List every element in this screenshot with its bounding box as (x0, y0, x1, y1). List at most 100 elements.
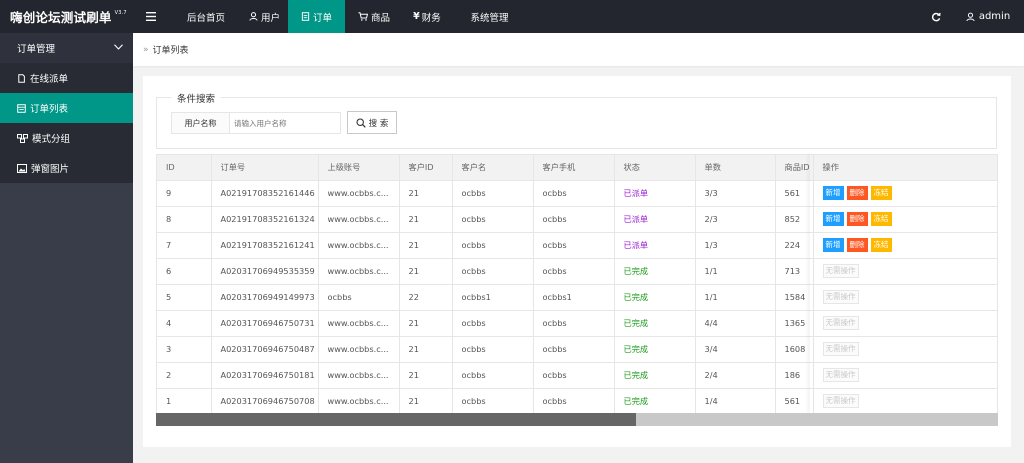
list-icon (17, 103, 26, 113)
refresh-icon (931, 12, 941, 21)
top-nav: 后台首页 用户 订单 商品 ¥ 财务 系统管理 (133, 0, 528, 33)
cell-parent-account: www.ocbbs.c... (318, 388, 400, 415)
cell-id: 6 (157, 258, 212, 285)
chevron-down-icon (114, 44, 123, 50)
cell-customer-id: 21 (399, 388, 453, 415)
delete-button[interactable]: 删除 (846, 238, 868, 252)
cell-id: 4 (157, 310, 212, 337)
table-row[interactable]: 6 A02031706949535359 www.ocbbs.c... 21 ocbbs… (157, 258, 997, 285)
add-button[interactable]: 新增 (822, 212, 844, 226)
refresh-button[interactable] (920, 0, 952, 33)
admin-menu[interactable]: admin (952, 0, 1024, 33)
nav-system-label: 系统管理 (470, 12, 509, 24)
orders-table-container: ID 订单号 上级账号 客户ID 客户名 客户手机 状态 单数 商品ID 操作 9 A0219170… (156, 154, 998, 426)
table-row[interactable]: 2 A02031706946750181 www.ocbbs.c... 21 ocbbs… (157, 362, 997, 389)
delete-button[interactable]: 删除 (846, 186, 868, 200)
table-row[interactable]: 1 A02031706946750708 www.ocbbs.c... 21 ocbbs… (157, 388, 997, 415)
nav-finance-label: 财务 (421, 12, 441, 24)
delete-button[interactable]: 删除 (846, 212, 868, 226)
cell-actions: 无需操作 (813, 310, 997, 337)
column-header: 操作 (813, 155, 997, 181)
column-header: 订单号 (211, 155, 319, 181)
cell-customer-phone: ocbbs (533, 232, 615, 259)
no-action-button: 无需操作 (822, 394, 859, 408)
table-row[interactable]: 4 A02031706946750731 www.ocbbs.c... 21 ocbbs… (157, 310, 997, 337)
sidebar-item-popup-image[interactable]: 弹窗图片 (0, 153, 133, 183)
cell-customer-name: ocbbs (452, 258, 534, 285)
sidebar-item-order-list[interactable]: 订单列表 (0, 93, 133, 123)
no-action-button: 无需操作 (822, 290, 859, 304)
cell-parent-account: www.ocbbs.c... (318, 206, 400, 233)
cell-parent-account: www.ocbbs.c... (318, 180, 400, 207)
cell-count: 3/4 (695, 336, 776, 363)
username-label: 用户名称 (171, 112, 229, 134)
cell-actions: 无需操作 (813, 362, 997, 389)
nav-home[interactable]: 后台首页 (171, 0, 241, 33)
cell-customer-name: ocbbs (452, 232, 534, 259)
cell-count: 2/3 (695, 206, 776, 233)
cell-customer-phone: ocbbs (533, 336, 615, 363)
table-row[interactable]: 8 A02191708352161324 www.ocbbs.c... 21 ocbbs… (157, 206, 997, 233)
cell-product-id: 186 (775, 362, 814, 389)
cell-customer-id: 21 (399, 362, 453, 389)
sidebar: 订单管理 在线派单 订单列表 模式分组 弹窗图片 (0, 33, 133, 463)
cell-product-id: 852 (775, 206, 814, 233)
cell-actions: 无需操作 (813, 258, 997, 285)
freeze-button[interactable]: 冻结 (870, 238, 892, 252)
breadcrumb-current[interactable]: 订单列表 (153, 43, 189, 56)
sidebar-submenu: 在线派单 订单列表 模式分组 弹窗图片 (0, 63, 133, 183)
status-badge: 已完成 (614, 310, 696, 337)
nav-finance[interactable]: ¥ 财务 (403, 0, 451, 33)
cell-count: 1/1 (695, 258, 776, 285)
nav-order[interactable]: 订单 (288, 0, 345, 33)
search-button[interactable]: 搜 索 (347, 111, 397, 134)
cell-id: 1 (157, 388, 212, 415)
nav-user[interactable]: 用户 (241, 0, 288, 33)
table-row[interactable]: 5 A02031706949149973 ocbbs 22 ocbbs1 ocbbs1 已完… (157, 284, 997, 311)
app-version: V3.7 (114, 9, 127, 16)
cell-customer-name: ocbbs (452, 388, 534, 415)
freeze-button[interactable]: 冻结 (870, 186, 892, 200)
cell-order-no: A02031706946750708 (211, 388, 319, 415)
status-badge: 已派单 (614, 206, 696, 233)
no-action-button: 无需操作 (822, 342, 859, 356)
sidebar-item-label: 订单列表 (30, 104, 69, 115)
column-header: 状态 (614, 155, 696, 181)
cell-count: 3/3 (695, 180, 776, 207)
add-button[interactable]: 新增 (822, 238, 844, 252)
cell-parent-account: www.ocbbs.c... (318, 232, 400, 259)
sidebar-item-online-dispatch[interactable]: 在线派单 (0, 63, 133, 93)
scrollbar-thumb[interactable] (156, 413, 636, 426)
add-button[interactable]: 新增 (822, 186, 844, 200)
cell-parent-account: ocbbs (318, 284, 400, 311)
cell-count: 1/4 (695, 388, 776, 415)
nav-system[interactable]: 系统管理 (451, 0, 528, 33)
cell-product-id: 561 (775, 388, 814, 415)
cell-product-id: 561 (775, 180, 814, 207)
app-logo[interactable]: 嗨创论坛测试刷单 V3.7 (0, 0, 133, 33)
sidebar-item-mode-group[interactable]: 模式分组 (0, 123, 133, 153)
cell-product-id: 224 (775, 232, 814, 259)
username-search-input[interactable] (229, 112, 341, 134)
cell-actions: 新增 删除 冻结 (813, 232, 997, 259)
cell-actions: 无需操作 (813, 336, 997, 363)
sidebar-group-label: 订单管理 (17, 44, 56, 55)
menu-toggle-button[interactable] (133, 0, 171, 33)
table-row[interactable]: 9 A02191708352161446 www.ocbbs.c... 21 ocbbs… (157, 180, 997, 207)
status-badge: 已完成 (614, 284, 696, 311)
cell-customer-name: ocbbs1 (452, 284, 534, 311)
cell-actions: 新增 删除 冻结 (813, 206, 997, 233)
cell-customer-id: 21 (399, 258, 453, 285)
nav-product-label: 商品 (370, 12, 390, 24)
freeze-button[interactable]: 冻结 (870, 212, 892, 226)
cell-actions: 新增 删除 冻结 (813, 180, 997, 207)
table-row[interactable]: 7 A02191708352161241 www.ocbbs.c... 21 ocbbs… (157, 232, 997, 259)
table-row[interactable]: 3 A02031706946750487 www.ocbbs.c... 21 ocbbs… (157, 336, 997, 363)
cell-customer-phone: ocbbs (533, 180, 615, 207)
status-badge: 已派单 (614, 232, 696, 259)
sidebar-group-order-management[interactable]: 订单管理 (0, 33, 133, 63)
user-icon (249, 12, 258, 21)
horizontal-scrollbar[interactable] (156, 413, 998, 426)
nav-product[interactable]: 商品 (345, 0, 403, 33)
search-fieldset: 条件搜索 用户名称 搜 索 (156, 91, 997, 149)
